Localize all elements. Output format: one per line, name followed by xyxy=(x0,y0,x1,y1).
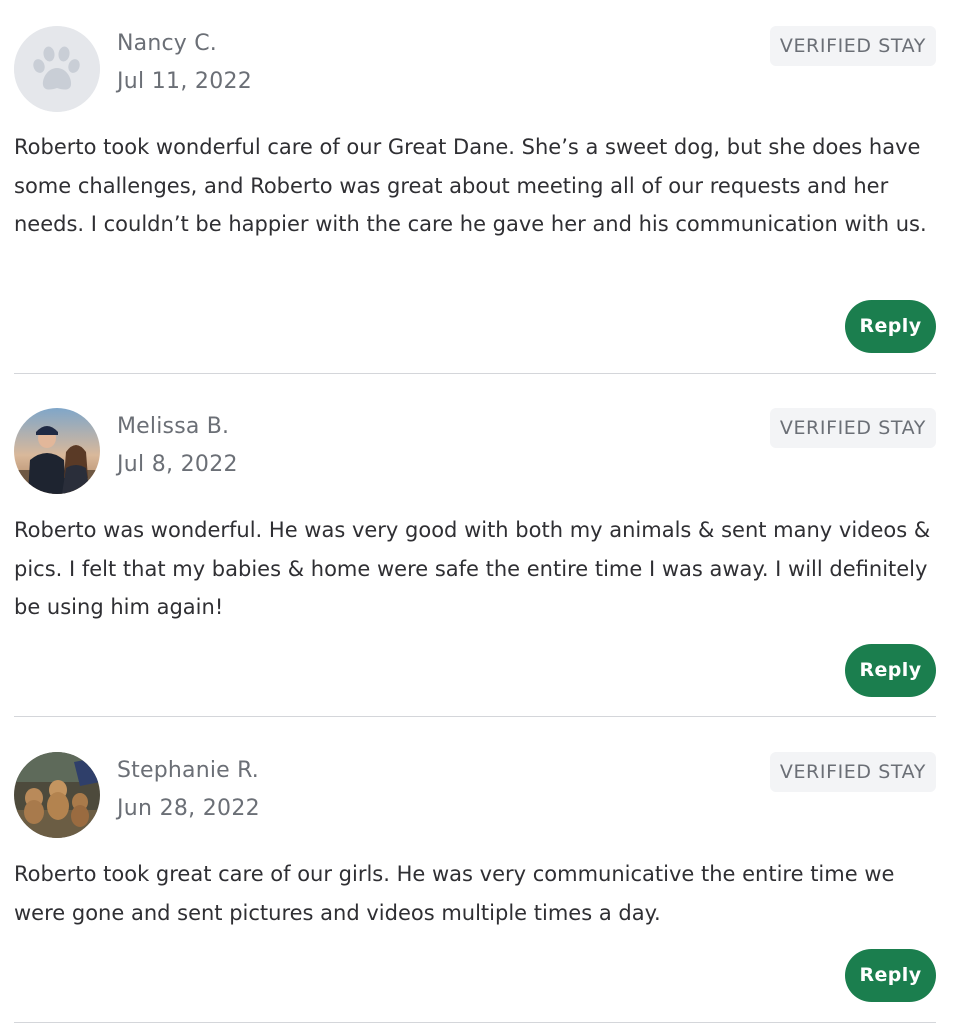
paw-icon xyxy=(14,26,100,112)
verified-stay-badge: VERIFIED STAY xyxy=(769,408,936,448)
reviewer-name: Nancy C. xyxy=(117,31,217,56)
review-date: Jun 28, 2022 xyxy=(117,796,260,821)
reviewer-name: Melissa B. xyxy=(117,414,230,439)
user-photo-icon xyxy=(14,408,100,494)
review-date: Jul 11, 2022 xyxy=(117,69,253,94)
review-item: Stephanie R. Jun 28, 2022 VERIFIED STAY … xyxy=(14,717,936,1023)
review-item: Nancy C. Jul 11, 2022 VERIFIED STAY Robe… xyxy=(14,0,936,374)
verified-stay-badge: VERIFIED STAY xyxy=(769,752,936,792)
reviewer-name: Stephanie R. xyxy=(117,758,259,783)
reply-button[interactable]: Reply xyxy=(845,949,936,1002)
review-text: Roberto took great care of our girls. He… xyxy=(14,862,895,925)
avatar[interactable] xyxy=(14,752,100,838)
avatar[interactable] xyxy=(14,26,100,112)
review-text: Roberto took wonderful care of our Great… xyxy=(14,135,927,236)
avatar[interactable] xyxy=(14,408,100,494)
user-photo-icon xyxy=(14,752,100,838)
review-date: Jul 8, 2022 xyxy=(117,452,238,477)
reply-button[interactable]: Reply xyxy=(845,300,936,353)
verified-stay-badge: VERIFIED STAY xyxy=(769,26,936,66)
reply-button[interactable]: Reply xyxy=(845,644,936,697)
review-text: Roberto was wonderful. He was very good … xyxy=(14,518,931,619)
review-item: Melissa B. Jul 8, 2022 VERIFIED STAY Rob… xyxy=(14,374,936,717)
